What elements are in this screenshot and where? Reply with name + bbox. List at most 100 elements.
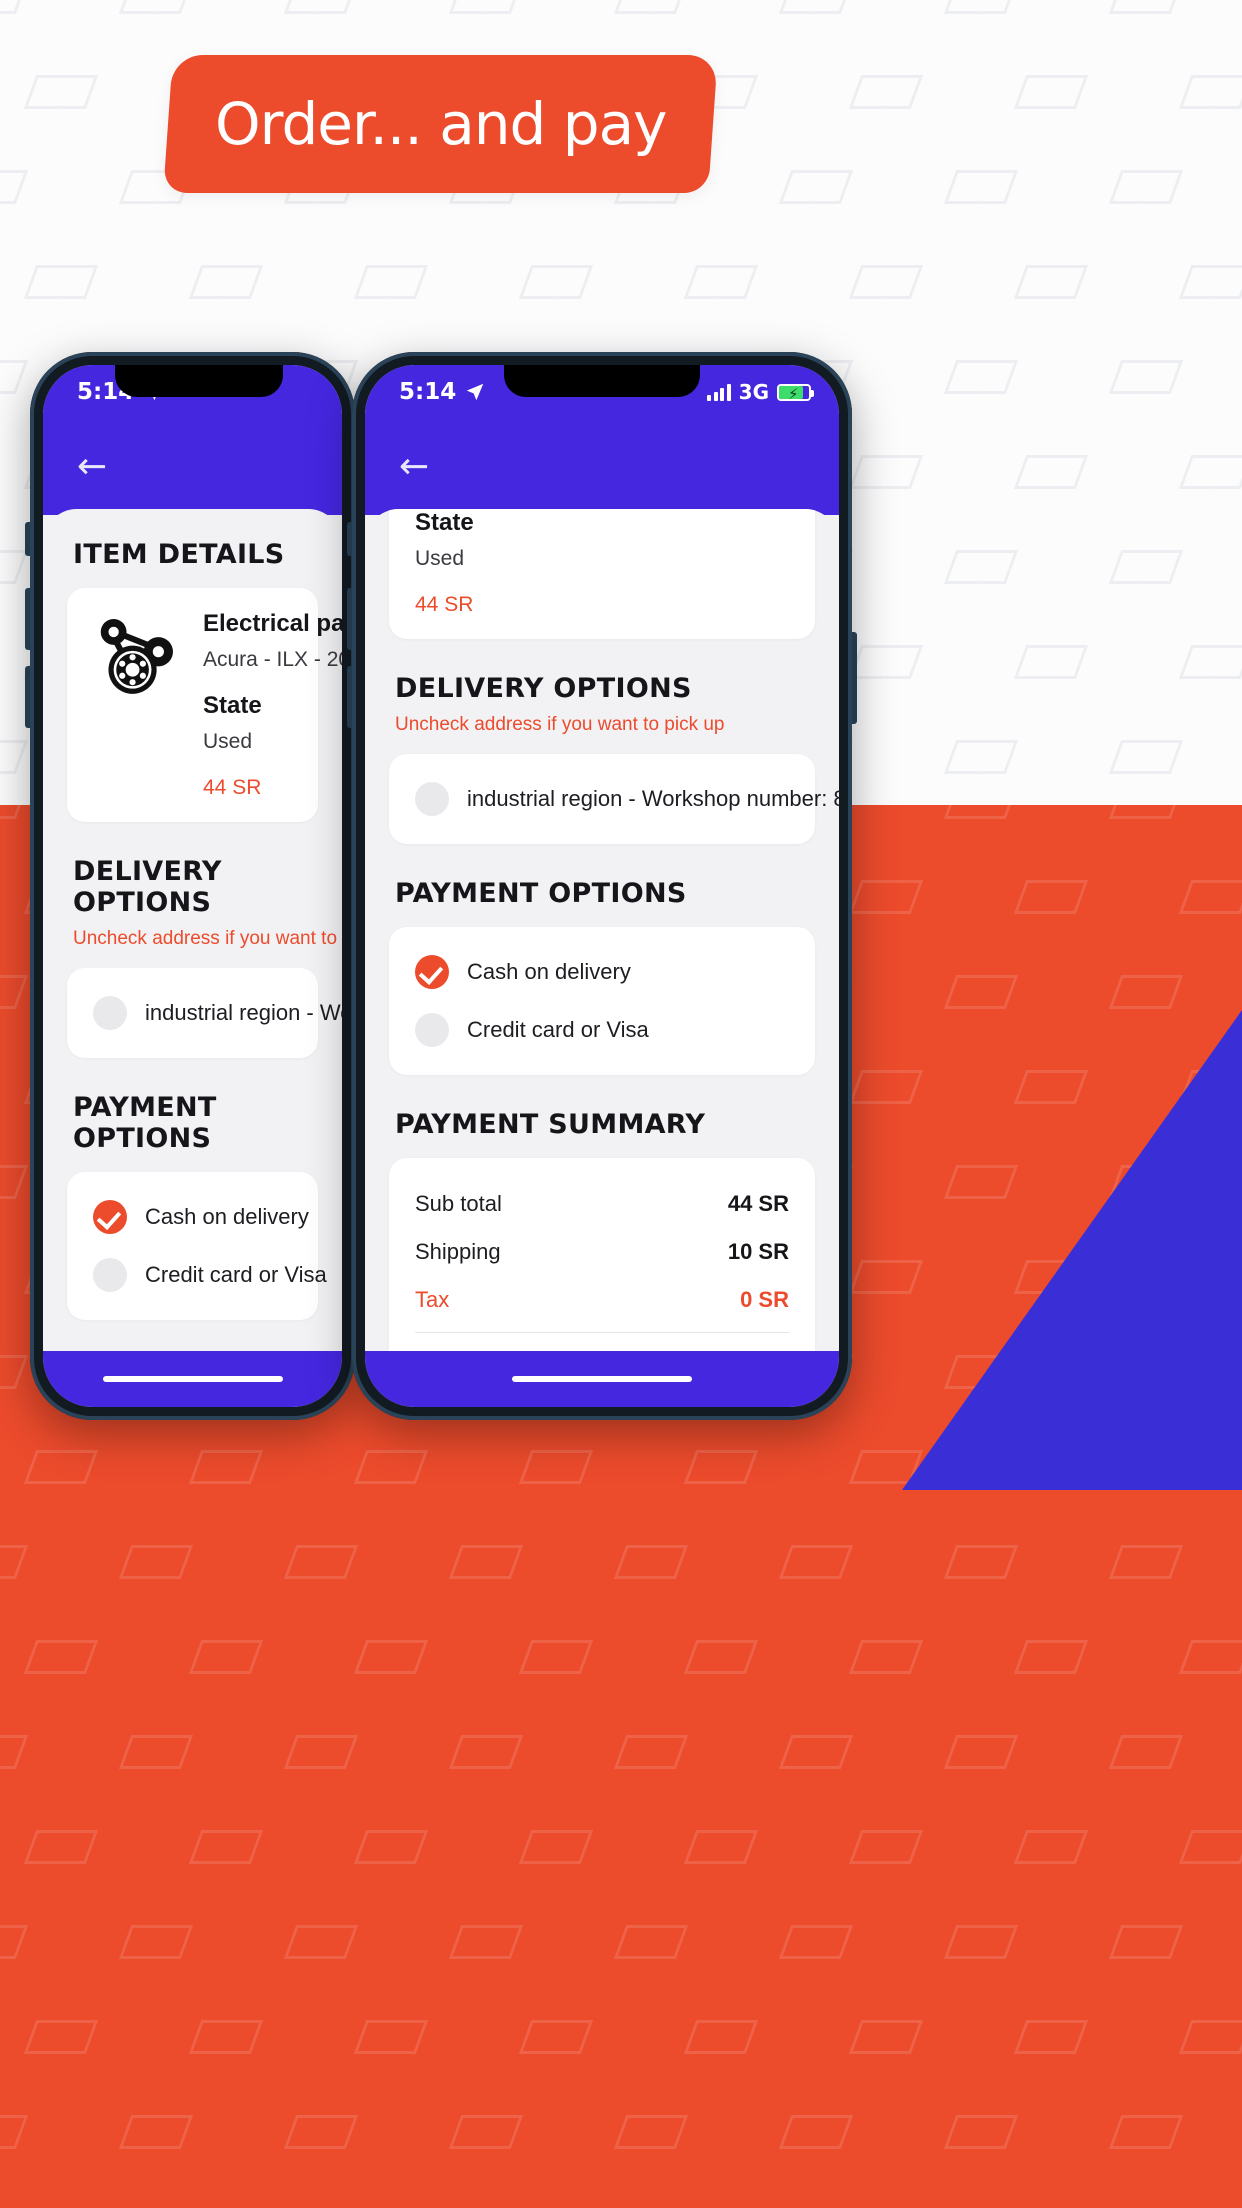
phone-right-mute-button[interactable] <box>347 522 352 556</box>
left-item-title: Electrical part <box>203 610 342 637</box>
decorative-pattern-shape <box>23 1640 99 1674</box>
decorative-pattern-shape <box>23 1830 99 1864</box>
decorative-pattern-shape <box>969 188 1045 222</box>
decorative-pattern-shape <box>1134 188 1210 222</box>
left-delivery-title: DELIVERY OPTIONS <box>73 856 222 918</box>
right-delivery-radio[interactable] <box>415 782 449 816</box>
decorative-pattern-shape <box>0 0 55 32</box>
phone-right-volume-up-button[interactable] <box>347 588 352 650</box>
right-payment-title: PAYMENT OPTIONS <box>395 878 687 909</box>
left-card-radio[interactable] <box>93 1258 127 1292</box>
decorative-pattern-shape <box>1013 880 1089 914</box>
decorative-pattern-shape <box>1134 758 1210 792</box>
left-notch <box>114 365 283 397</box>
phone-left-mute-button[interactable] <box>25 522 30 556</box>
decorative-pattern-shape <box>518 2020 594 2054</box>
decorative-pattern-shape <box>874 663 950 697</box>
right-summary-row-tax: Tax 0 SR <box>415 1276 789 1324</box>
right-payment-option-card[interactable]: Credit card or Visa <box>415 1007 789 1053</box>
decorative-pattern-shape <box>709 93 785 127</box>
right-status-time: 5:14 <box>399 379 457 405</box>
decorative-pattern-shape <box>804 188 880 222</box>
left-delivery-card[interactable]: industrial region - Workshop number: 800 <box>67 968 342 1058</box>
right-payment-option-cash[interactable]: Cash on delivery <box>415 949 789 995</box>
left-home-indicator[interactable] <box>102 1376 283 1382</box>
decorative-pattern-shape <box>613 1545 689 1579</box>
decorative-pattern-shape <box>1039 663 1115 697</box>
decorative-pattern-shape <box>1013 1640 1089 1674</box>
decorative-pattern-shape <box>943 1165 1019 1199</box>
right-summary-row-grand-total: Grand total 54 SR <box>415 1341 789 1351</box>
left-payment-option-cash[interactable]: Cash on delivery <box>93 1194 309 1240</box>
left-delivery-label: industrial region - Workshop number: 800 <box>145 1000 342 1025</box>
decorative-pattern-shape <box>778 1545 854 1579</box>
right-cash-radio-checked[interactable] <box>415 955 449 989</box>
decorative-pattern-shape <box>188 1450 264 1484</box>
decorative-pattern-shape <box>969 0 1045 32</box>
decorative-pattern-shape <box>804 0 880 32</box>
phone-left-volume-up-button[interactable] <box>25 588 30 650</box>
decorative-pattern-shape <box>188 1640 264 1674</box>
right-payment-card: Cash on delivery Credit card or Visa <box>389 927 815 1075</box>
left-payment-option-card[interactable]: Credit card or Visa <box>93 1252 327 1298</box>
summary-divider <box>415 1332 789 1333</box>
left-summary-title: PAYMENT SUMMARY <box>43 1320 342 1351</box>
right-item-state-value: Used <box>415 547 465 570</box>
decorative-pattern-shape <box>379 283 455 317</box>
decorative-pattern-shape <box>118 2115 194 2149</box>
phone-right-power-button[interactable] <box>852 632 857 724</box>
left-delivery-radio[interactable] <box>93 996 127 1030</box>
decorative-pattern-shape <box>0 1545 29 1579</box>
right-app-header: 5:14 3G ⚡ ← <box>365 365 839 515</box>
right-back-button[interactable]: ← <box>365 405 839 485</box>
decorative-pattern-shape <box>1108 1545 1184 1579</box>
right-shipping-label: Shipping <box>415 1239 501 1264</box>
left-back-button[interactable]: ← <box>43 405 342 485</box>
decorative-pattern-shape <box>518 1830 594 1864</box>
left-payment-card: Cash on delivery Credit card or Visa <box>67 1172 327 1320</box>
decorative-pattern-shape <box>1039 473 1115 507</box>
right-subtotal-label: Sub total <box>415 1191 502 1216</box>
right-home-indicator-area <box>365 1351 839 1407</box>
phone-right-screen: 5:14 3G ⚡ ← State Used 44 SR DELIVERY OP… <box>365 365 839 1407</box>
phone-left-volume-down-button[interactable] <box>25 666 30 728</box>
decorative-pattern-shape <box>283 1545 359 1579</box>
decorative-pattern-shape <box>0 1735 29 1769</box>
decorative-pattern-shape <box>778 1925 854 1959</box>
right-notch <box>504 365 700 397</box>
decorative-pattern-shape <box>448 1735 524 1769</box>
right-tax-label: Tax <box>415 1287 450 1312</box>
decorative-pattern-shape <box>1013 1070 1089 1104</box>
decorative-pattern-shape <box>544 283 620 317</box>
right-tax-value: 0 SR <box>740 1287 789 1312</box>
decorative-pattern-shape <box>969 568 1045 602</box>
location-arrow-icon <box>466 383 484 401</box>
decorative-pattern-shape <box>1134 568 1210 602</box>
decorative-pattern-shape <box>518 1450 594 1484</box>
right-delivery-note: Uncheck address if you want to pick up <box>395 714 725 735</box>
left-app-header: 5:14 ← <box>43 365 342 515</box>
decorative-pattern-shape <box>1108 975 1184 1009</box>
left-item-state-label: State <box>203 692 262 719</box>
decorative-pattern-shape <box>353 2020 429 2054</box>
network-label: 3G <box>738 380 769 404</box>
right-shipping-value: 10 SR <box>727 1239 789 1264</box>
decorative-pattern-shape <box>0 1165 29 1199</box>
left-card-label: Credit card or Visa <box>145 1262 327 1287</box>
decorative-pattern-shape <box>943 2115 1019 2149</box>
right-card-radio[interactable] <box>415 1013 449 1047</box>
right-summary-title: PAYMENT SUMMARY <box>395 1109 706 1140</box>
decorative-pattern-shape <box>0 188 55 222</box>
right-summary-row-shipping: Shipping 10 SR <box>415 1228 789 1276</box>
phone-right-volume-down-button[interactable] <box>347 666 352 728</box>
decorative-pattern-shape <box>969 378 1045 412</box>
left-cash-radio-checked[interactable] <box>93 1200 127 1234</box>
right-home-indicator[interactable] <box>512 1376 692 1382</box>
decorative-pattern-shape <box>144 188 220 222</box>
decorative-pattern-shape <box>0 2115 29 2149</box>
right-delivery-card[interactable]: industrial region - Workshop number: 800 <box>389 754 839 844</box>
decorative-pattern-shape <box>1013 2020 1089 2054</box>
decorative-pattern-shape <box>1178 1640 1242 1674</box>
decorative-pattern-shape <box>0 805 29 819</box>
decorative-pattern-shape <box>1108 805 1184 819</box>
